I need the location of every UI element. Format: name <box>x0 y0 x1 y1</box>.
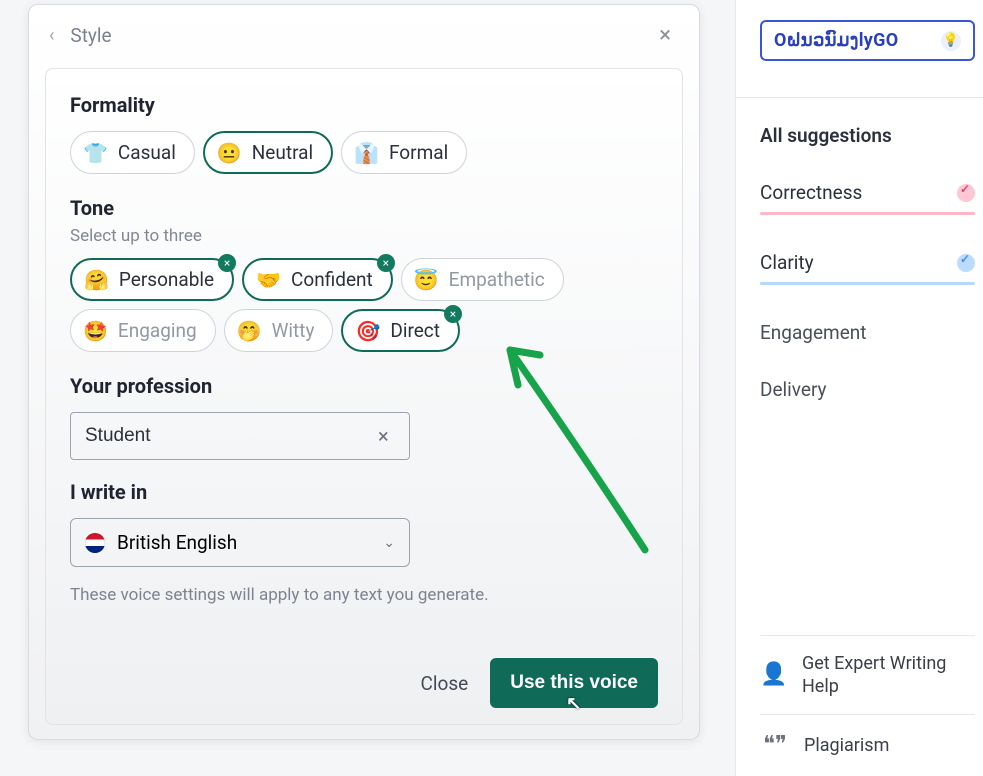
profession-input-wrap: × <box>70 412 658 460</box>
sidebar-item-engagement[interactable]: Engagement <box>760 295 975 352</box>
remove-chip-icon[interactable]: × <box>218 254 236 272</box>
check-badge-icon <box>957 254 975 272</box>
remove-chip-icon[interactable]: × <box>377 254 395 272</box>
spacer <box>760 409 975 635</box>
cursor-icon: ↖ <box>566 693 581 714</box>
brand-pill[interactable]: OຝນວນົມງlyGO 💡 <box>760 20 975 61</box>
quote-icon: ❝❞ <box>760 731 790 760</box>
tone-witty[interactable]: 🤭 Witty <box>224 309 334 352</box>
clear-input-icon[interactable]: × <box>378 424 389 448</box>
neutral-face-icon: 😐 <box>217 143 242 163</box>
chip-label: Direct <box>390 319 440 342</box>
sidebar-item-label: All suggestions <box>760 124 892 147</box>
person-icon: 👤 <box>760 661 788 690</box>
chevron-down-icon: ⌄ <box>383 535 395 551</box>
sidebar-action-label: Get Expert Writing Help <box>802 652 975 699</box>
lightbulb-icon: 💡 <box>941 31 961 51</box>
language-label: I write in <box>70 480 658 504</box>
modal-actions: Close Use this voice ↖ <box>70 642 658 708</box>
close-button[interactable]: Close <box>421 672 469 695</box>
chip-label: Empathetic <box>449 268 545 291</box>
formality-casual[interactable]: 👕 Casual <box>70 131 195 174</box>
sidebar-item-clarity[interactable]: Clarity <box>760 225 975 282</box>
chip-label: Neutral <box>252 141 313 164</box>
tone-label: Tone <box>70 196 658 220</box>
sidebar-item-all-suggestions[interactable]: All suggestions <box>760 98 975 155</box>
sidebar-item-label: Clarity <box>760 251 814 274</box>
close-icon[interactable]: × <box>651 19 679 52</box>
clarity-underline <box>760 282 975 285</box>
remove-chip-icon[interactable]: × <box>444 305 462 323</box>
formality-formal[interactable]: 👔 Formal <box>341 131 467 174</box>
tone-personable[interactable]: 🤗 Personable × <box>70 258 234 301</box>
main-area: ‹ Style × Formality 👕 Casual 😐 Neutral 👔… <box>0 0 735 776</box>
chip-label: Confident <box>291 268 373 291</box>
chip-label: Personable <box>119 268 214 291</box>
brand-label: OຝນວນົມງlyGO <box>774 30 898 51</box>
sidebar-item-label: Engagement <box>760 321 867 344</box>
formality-neutral[interactable]: 😐 Neutral <box>203 131 333 174</box>
hand-over-mouth-icon: 🤭 <box>237 321 262 341</box>
halo-face-icon: 😇 <box>414 270 439 290</box>
profession-label: Your profession <box>70 374 658 398</box>
sidebar-action-expert-help[interactable]: 👤 Get Expert Writing Help <box>760 635 975 715</box>
sidebar-action-label: Plagiarism <box>804 734 889 757</box>
hugging-face-icon: 🤗 <box>84 270 109 290</box>
correctness-underline <box>760 212 975 215</box>
sidebar-item-label: Correctness <box>760 181 862 204</box>
handshake-icon: 🤝 <box>256 270 281 290</box>
tshirt-icon: 👕 <box>83 143 108 163</box>
button-label: Use this voice <box>510 672 638 693</box>
modal-header: ‹ Style × <box>29 5 699 62</box>
style-modal: ‹ Style × Formality 👕 Casual 😐 Neutral 👔… <box>28 4 700 740</box>
language-value: British English <box>117 531 237 554</box>
chip-label: Formal <box>389 141 448 164</box>
chip-label: Witty <box>272 319 315 342</box>
modal-body: Formality 👕 Casual 😐 Neutral 👔 Formal To… <box>45 68 683 725</box>
profession-input[interactable] <box>70 412 410 460</box>
formality-chips: 👕 Casual 😐 Neutral 👔 Formal <box>70 131 658 174</box>
use-this-voice-button[interactable]: Use this voice ↖ <box>490 658 658 708</box>
voice-footnote: These voice settings will apply to any t… <box>70 585 658 605</box>
sidebar: OຝນວນົມງlyGO 💡 All suggestions Correctne… <box>735 0 983 776</box>
sidebar-action-plagiarism[interactable]: ❝❞ Plagiarism <box>760 714 975 776</box>
tone-direct[interactable]: 🎯 Direct × <box>341 309 460 352</box>
language-select[interactable]: British English ⌄ <box>70 518 410 567</box>
necktie-icon: 👔 <box>354 143 379 163</box>
formality-label: Formality <box>70 93 658 117</box>
modal-title: Style <box>70 24 111 47</box>
tone-chips: 🤗 Personable × 🤝 Confident × 😇 Empatheti… <box>70 258 658 352</box>
back-icon[interactable]: ‹ <box>49 25 54 46</box>
chip-label: Engaging <box>118 319 197 342</box>
tone-engaging[interactable]: 🤩 Engaging <box>70 309 216 352</box>
sidebar-item-correctness[interactable]: Correctness <box>760 155 975 212</box>
chip-label: Casual <box>118 141 176 164</box>
sidebar-item-label: Delivery <box>760 378 827 401</box>
tone-empathetic[interactable]: 😇 Empathetic <box>401 258 564 301</box>
tone-confident[interactable]: 🤝 Confident × <box>242 258 393 301</box>
uk-flag-icon <box>85 533 105 553</box>
sidebar-item-delivery[interactable]: Delivery <box>760 352 975 409</box>
target-icon: 🎯 <box>355 321 380 341</box>
check-badge-icon <box>957 184 975 202</box>
star-struck-icon: 🤩 <box>83 321 108 341</box>
tone-sublabel: Select up to three <box>70 226 658 246</box>
